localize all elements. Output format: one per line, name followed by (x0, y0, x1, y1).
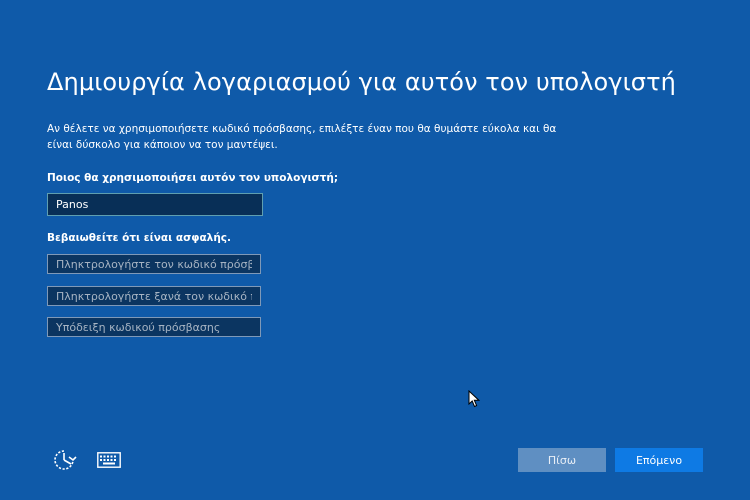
page-title: Δημιουργία λογαριασμού για αυτόν τον υπο… (47, 68, 676, 96)
keyboard-icon (97, 452, 121, 468)
ease-of-access-button[interactable] (50, 447, 78, 473)
username-input[interactable] (47, 193, 263, 216)
on-screen-keyboard-button[interactable] (95, 447, 123, 473)
security-label: Βεβαιωθείτε ότι είναι ασφαλής. (47, 232, 232, 244)
next-button[interactable]: Επόμενο (615, 448, 703, 472)
page-description: Αν θέλετε να χρησιμοποιήσετε κωδικό πρόσ… (47, 123, 557, 151)
password-confirm-input[interactable] (47, 286, 261, 306)
ease-of-access-icon (54, 450, 77, 470)
username-label: Ποιος θα χρησιμοποιήσει αυτόν τον υπολογ… (47, 172, 339, 184)
password-input[interactable] (47, 254, 261, 274)
mouse-cursor-icon (468, 389, 481, 412)
password-hint-input[interactable] (47, 317, 261, 337)
back-button[interactable]: Πίσω (518, 448, 606, 472)
